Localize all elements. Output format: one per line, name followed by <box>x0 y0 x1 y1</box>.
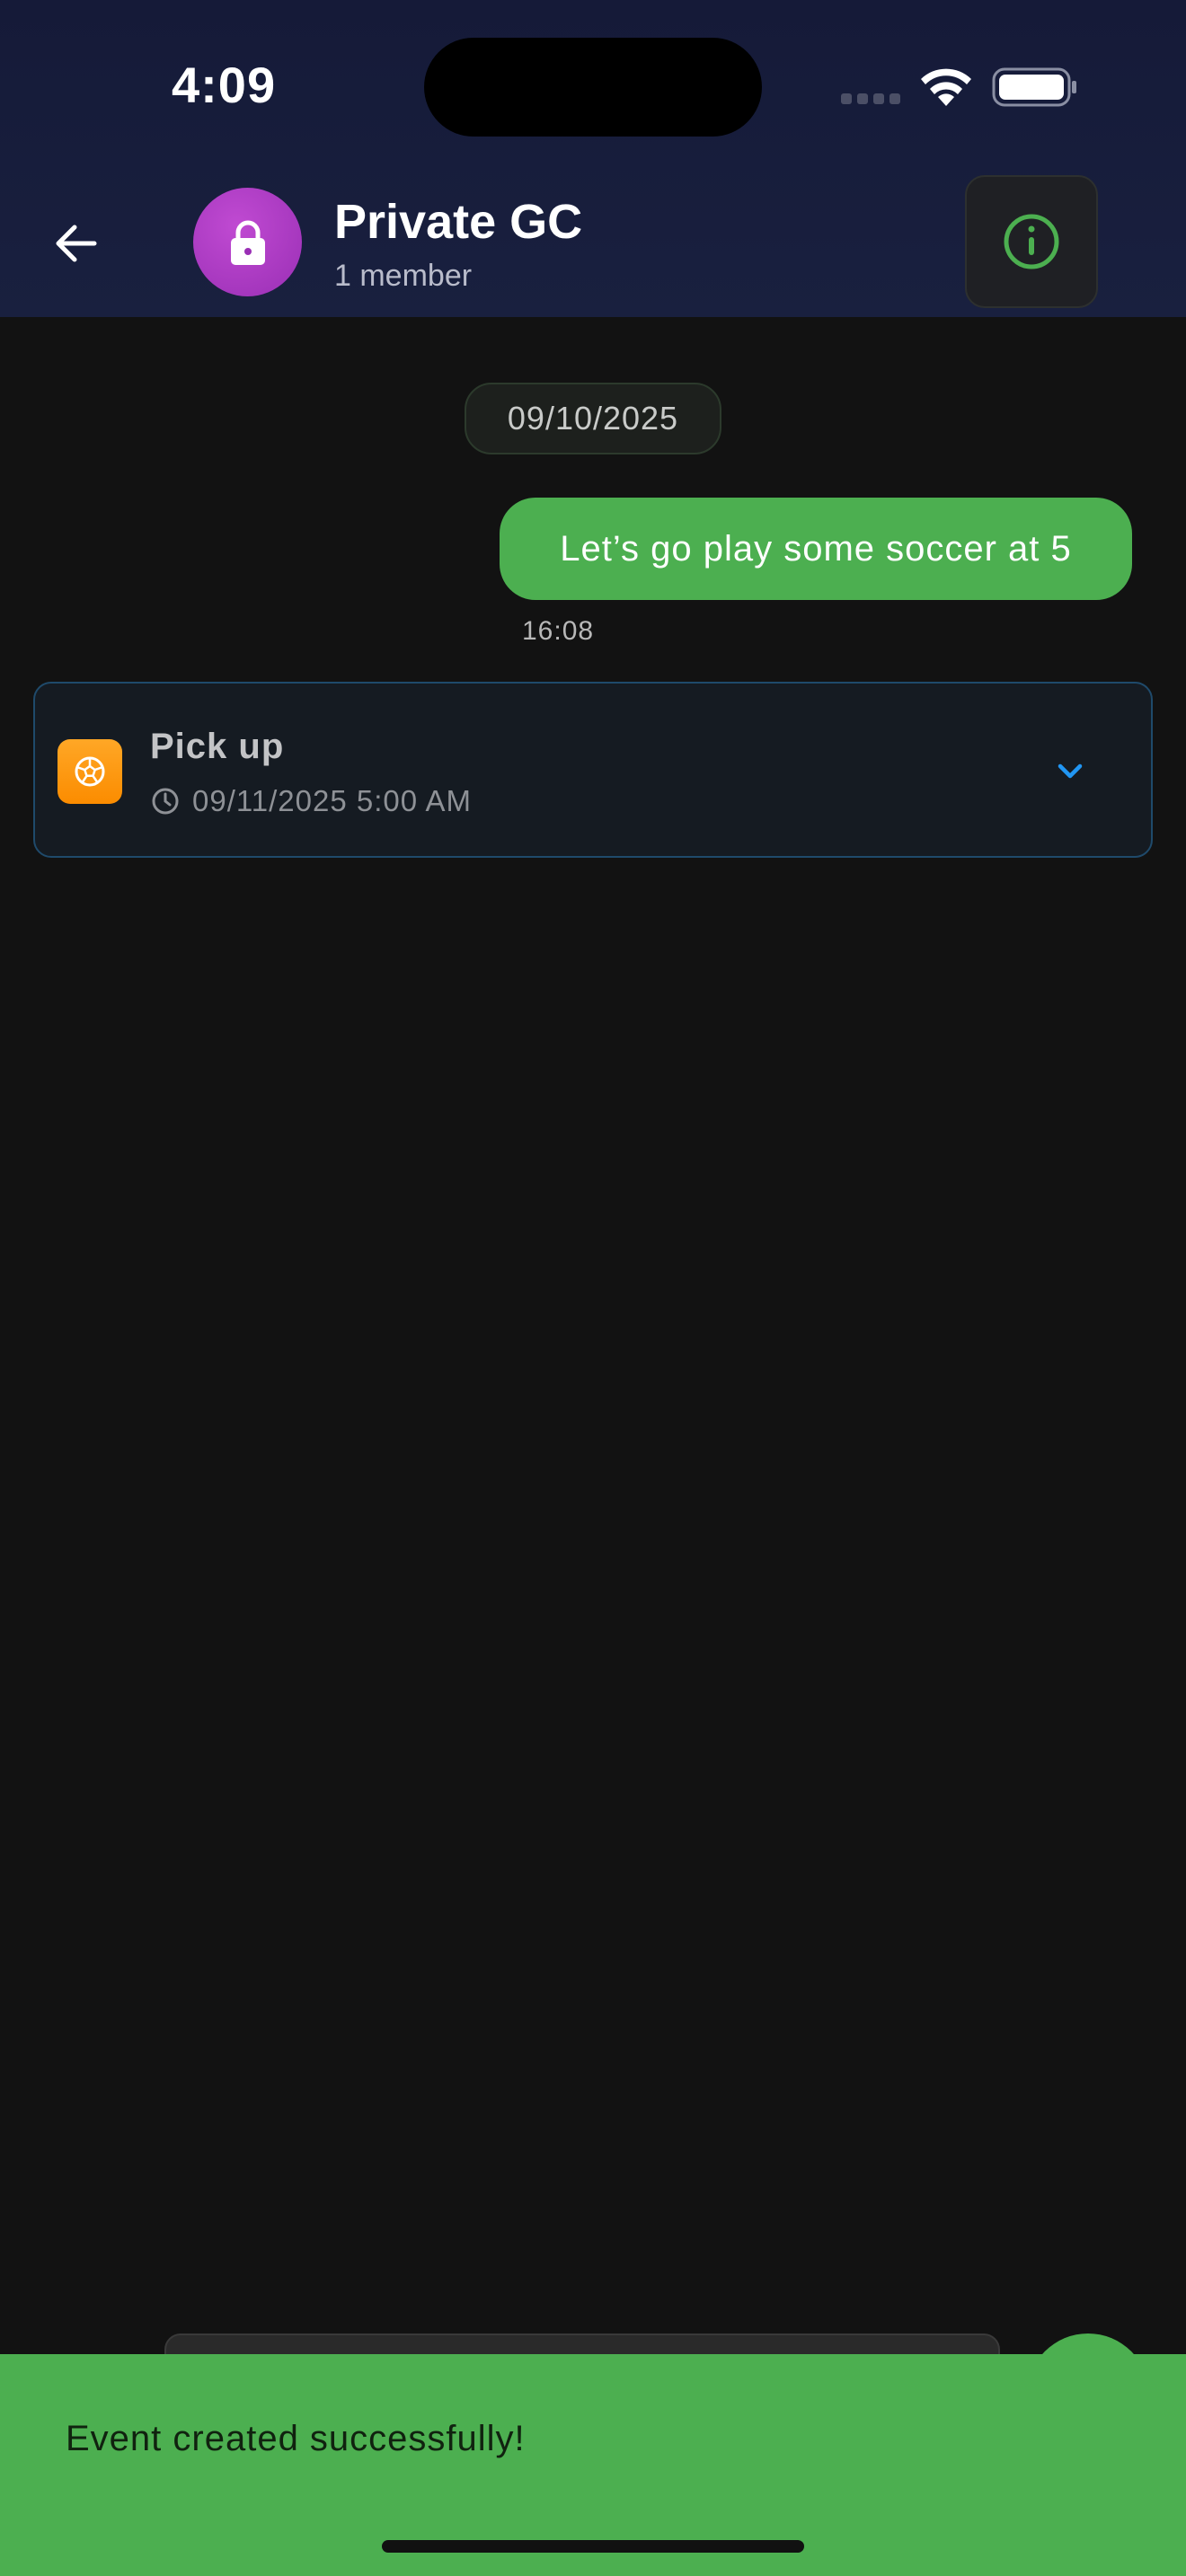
outgoing-message-bubble[interactable]: Let’s go play some soccer at 5 <box>500 498 1132 600</box>
status-time: 4:09 <box>172 57 277 113</box>
member-count: 1 member <box>334 259 473 293</box>
lock-icon <box>230 220 265 265</box>
event-datetime: 09/11/2025 5:00 AM <box>192 784 472 817</box>
dynamic-island <box>424 38 762 137</box>
event-expand-button[interactable] <box>1049 750 1092 793</box>
chat-info-button[interactable] <box>965 175 1098 308</box>
chat-header: 4:09 Private GC 1 member <box>0 0 1186 317</box>
message-timestamp: 16:08 <box>522 616 595 646</box>
chevron-down-icon <box>1058 763 1083 779</box>
info-icon <box>1004 214 1059 269</box>
date-separator: 09/10/2025 <box>465 383 721 454</box>
soccer-ball-icon <box>75 756 105 787</box>
event-icon-box <box>58 739 122 804</box>
home-indicator[interactable] <box>382 2540 804 2553</box>
back-button[interactable] <box>38 205 115 282</box>
cellular-signal-icon <box>841 93 902 106</box>
snackbar: Event created successfully! <box>0 2354 1186 2576</box>
group-avatar[interactable] <box>193 188 302 296</box>
arrow-left-icon <box>56 225 97 262</box>
event-title: Pick up <box>150 727 285 766</box>
snackbar-message: Event created successfully! <box>66 2419 526 2458</box>
chat-title[interactable]: Private GC <box>334 194 582 250</box>
event-card[interactable]: Pick up 09/11/2025 5:00 AM <box>33 682 1153 858</box>
battery-icon <box>992 67 1076 107</box>
clock-icon <box>152 788 179 815</box>
wifi-icon <box>921 68 971 106</box>
